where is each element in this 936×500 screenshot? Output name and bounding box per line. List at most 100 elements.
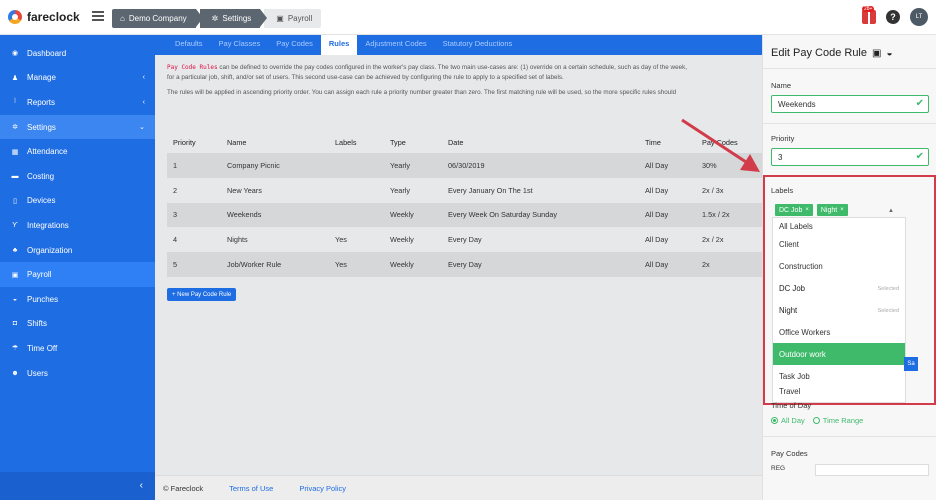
privacy-link[interactable]: Privacy Policy (299, 484, 346, 493)
new-pay-code-rule-button[interactable]: + New Pay Code Rule (167, 288, 237, 301)
labels-dropdown: All Labels Client Construction DC Job Sel… (772, 217, 906, 403)
avatar[interactable]: LT (910, 8, 928, 26)
dropdown-option[interactable]: Travel (773, 387, 905, 399)
cell-name: Company Picnic (227, 160, 280, 170)
tab-statutory-deductions[interactable]: Statutory Deductions (435, 35, 521, 55)
tab-defaults[interactable]: Defaults (167, 35, 211, 55)
pay-code-select[interactable] (815, 464, 929, 476)
gear-icon: ✲ (211, 14, 219, 23)
sidebar-item-label: Time Off (27, 343, 58, 353)
sidebar-item-punches[interactable]: ◒ Punches (0, 287, 155, 312)
option-label: Office Workers (779, 328, 831, 337)
chevron-up-icon[interactable]: ▲ (888, 208, 894, 214)
dropdown-option[interactable]: Task Job (773, 365, 905, 387)
sidebar-item-users[interactable]: ☻ Users (0, 361, 155, 386)
sidebar-item-reports[interactable]: ⦚ Reports ‹ (0, 90, 155, 115)
labels-select[interactable]: DC Job × Night × (772, 202, 906, 218)
tab-pay-codes[interactable]: Pay Codes (268, 35, 321, 55)
tag-label: Night (820, 206, 838, 214)
cell-time: All Day (645, 185, 669, 195)
chevron-down-icon: ⌄ (139, 124, 145, 132)
collapse-sidebar-icon[interactable]: ‹ (140, 480, 143, 491)
notifications-gift-icon[interactable]: 28+ (862, 6, 876, 24)
app-logo[interactable]: fareclock (8, 10, 80, 24)
cell-date: Every Day (448, 260, 482, 270)
table-row[interactable]: 4 Nights Yes Weekly Every Day All Day 2x / 2x (167, 227, 762, 252)
calendar-icon: ▦ (11, 148, 19, 156)
radio-all-day[interactable]: All Day (771, 416, 805, 425)
dropdown-option[interactable]: Client (773, 234, 905, 256)
money-icon: ▣ (872, 47, 882, 59)
dropdown-option[interactable]: Construction (773, 256, 905, 278)
remove-tag-icon[interactable]: × (840, 207, 844, 213)
sidebar-item-shifts[interactable]: ◘ Shifts (0, 312, 155, 337)
cell-type: Weekly (390, 210, 414, 220)
car-icon: ◒ (12, 295, 18, 303)
menu-icon[interactable] (92, 11, 104, 21)
sidebar-item-devices[interactable]: ▯ Devices (0, 189, 155, 214)
umbrella-icon: ☂ (11, 345, 19, 353)
cell-name: Weekends (227, 210, 262, 220)
money-icon: ▣ (11, 271, 19, 279)
option-label: Construction (779, 262, 823, 272)
sidebar-item-label: Dashboard (27, 48, 67, 58)
save-button[interactable]: Sa (904, 357, 918, 371)
selected-tag: DC Job × (775, 204, 813, 216)
sidebar-item-manage[interactable]: ♟ Manage ‹ (0, 66, 155, 91)
dropdown-option[interactable]: All Labels (773, 218, 905, 234)
cell-date: Every Day (448, 235, 482, 245)
name-label: Name (771, 81, 792, 90)
sidebar-item-costing[interactable]: ▬ Costing (0, 164, 155, 189)
dropdown-option[interactable]: DC Job Selected (773, 278, 905, 300)
remove-tag-icon[interactable]: × (805, 207, 809, 213)
breadcrumb-company[interactable]: ⌂ Demo Company (112, 9, 203, 28)
table-row[interactable]: 2 New Years Yearly Every January On The 1st… (167, 178, 762, 203)
option-label: All Labels (779, 221, 813, 231)
main-content: Defaults Pay Classes Pay Codes Rules Adj… (155, 35, 762, 475)
divider (763, 68, 936, 69)
table-row[interactable]: 3 Weekends Weekly Every Week On Saturday Su… (167, 202, 762, 228)
table-row[interactable]: 5 Job/Worker Rule Yes Weekly Every Day All Da… (167, 252, 762, 277)
intro-line-3: The rules will be applied in ascending p… (167, 89, 677, 96)
tab-adjustment-codes[interactable]: Adjustment Codes (357, 35, 434, 55)
sidebar-item-attendance[interactable]: ▦ Attendance (0, 139, 155, 164)
sidebar-item-label: Reports (27, 97, 56, 107)
option-label: Travel (779, 387, 801, 397)
cell-time: All Day (645, 160, 669, 170)
table-row[interactable]: 1 Company Picnic Yearly 06/30/2019 All Day 30… (167, 153, 762, 178)
panel-title-text: Edit Pay Code Rule (771, 47, 867, 59)
dropdown-option[interactable]: Night Selected (773, 300, 905, 322)
cell-name: Nights (227, 235, 248, 245)
sidebar-item-time-off[interactable]: ☂ Time Off (0, 336, 155, 361)
name-input[interactable]: Weekends ✔ (771, 95, 929, 113)
cell-date: 06/30/2019 (448, 160, 485, 170)
sidebar-item-organization[interactable]: ♣ Organization (0, 238, 155, 263)
sidebar-item-payroll[interactable]: ▣ Payroll (0, 262, 155, 287)
tab-pay-classes[interactable]: Pay Classes (211, 35, 269, 55)
notification-badge: 28+ (862, 6, 875, 12)
pay-code-reg: REG (771, 465, 786, 472)
cell-name: Job/Worker Rule (227, 260, 282, 270)
tab-rules[interactable]: Rules (320, 35, 358, 55)
dropdown-option-hovered[interactable]: Outdoor work (773, 343, 905, 366)
chevron-left-icon: ‹ (142, 98, 145, 106)
dropdown-option[interactable]: Office Workers (773, 322, 905, 344)
radio-time-range[interactable]: Time Range (812, 416, 863, 425)
priority-input[interactable]: 3 ✔ (771, 148, 929, 166)
sidebar-item-label: Settings (27, 122, 56, 132)
cell-priority: 1 (173, 160, 178, 170)
header-name: Name (227, 137, 247, 147)
header-type: Type (390, 137, 406, 147)
name-value: Weekends (778, 99, 816, 109)
terms-link[interactable]: Terms of Use (229, 484, 273, 493)
sidebar-item-integrations[interactable]: ϒ Integrations (0, 213, 155, 238)
sidebar-item-settings[interactable]: ✲ Settings ⌄ (0, 114, 155, 140)
pay-code-rules-code: Pay Code Rules (167, 64, 218, 71)
cell-time: All Day (645, 260, 669, 270)
app-name: fareclock (27, 10, 80, 24)
breadcrumb-settings[interactable]: ✲ Settings (199, 9, 267, 28)
help-icon[interactable]: ? (886, 10, 900, 24)
cell-pay-codes: 2x (702, 260, 710, 270)
sidebar-item-dashboard[interactable]: ◉ Dashboard (0, 41, 155, 66)
option-label: Night (779, 306, 798, 316)
